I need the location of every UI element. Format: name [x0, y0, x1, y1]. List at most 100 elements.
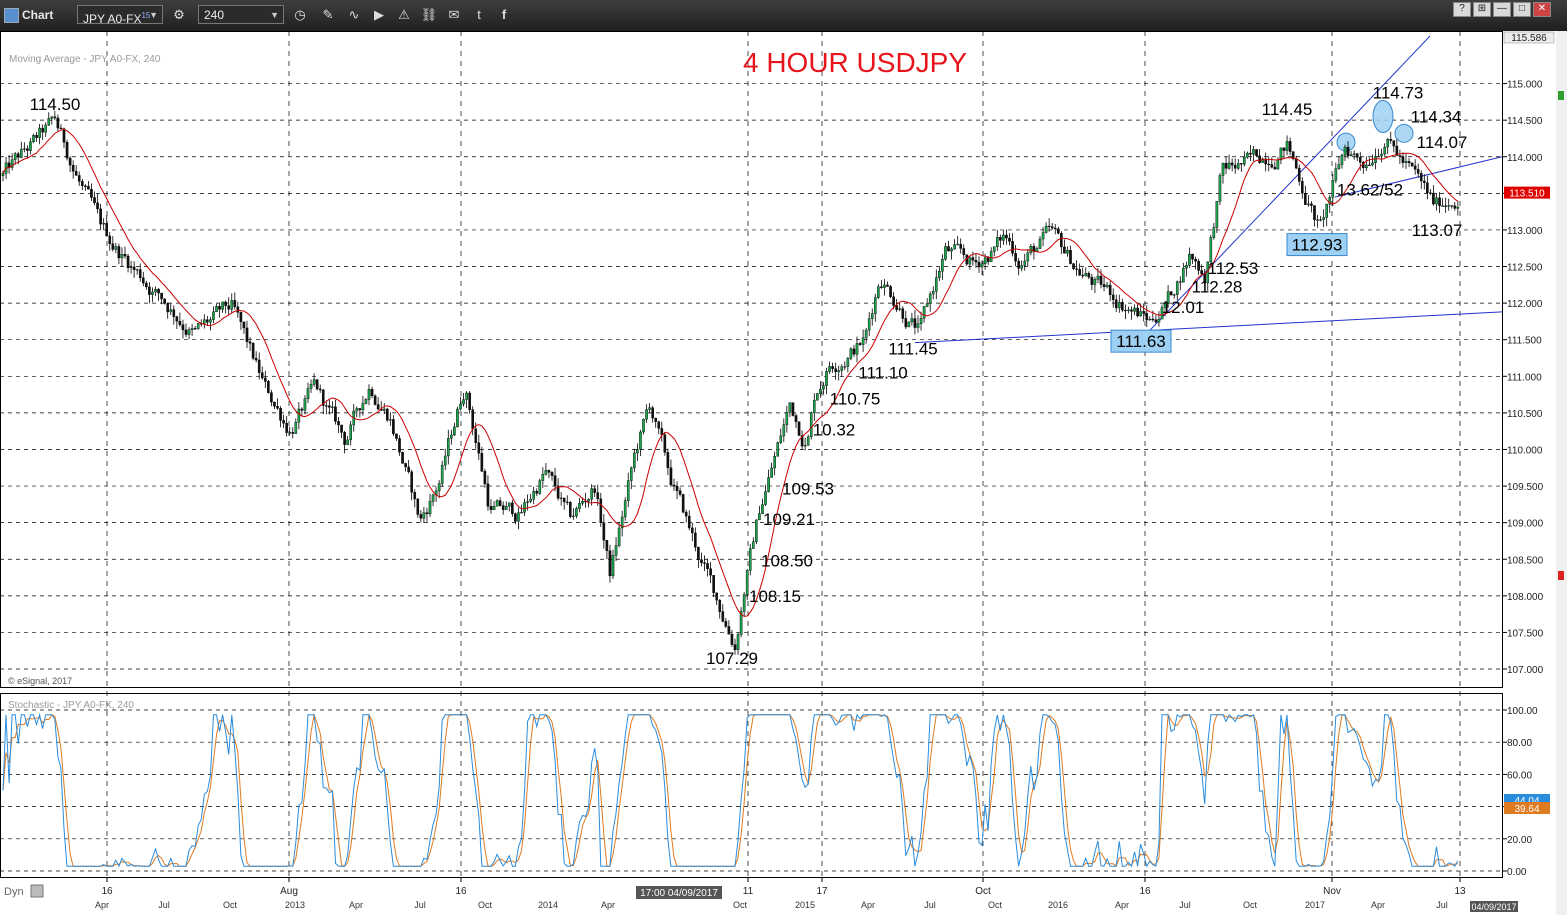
x-year-label: 2014: [538, 900, 558, 910]
highlight-ellipse: [1372, 100, 1394, 133]
candle: [889, 284, 892, 299]
price-annotation: 109.53: [782, 479, 834, 498]
chevron-down-icon: ▼: [149, 10, 158, 20]
price-annotation: 114.50: [30, 95, 81, 114]
x-year-label: Apr: [1371, 900, 1385, 910]
boxed-annotation: 111.63: [1116, 332, 1165, 351]
current-price-label: 113.510: [1509, 189, 1545, 200]
x-tick-label: 17: [816, 886, 828, 897]
candle: [816, 392, 819, 401]
gear-icon[interactable]: ⚙: [170, 6, 188, 24]
y-tick-label: 114.000: [1507, 153, 1543, 164]
cursor-time-label: 17:00 04/09/2017: [640, 888, 718, 899]
candle: [797, 421, 801, 437]
candle: [776, 441, 779, 457]
right-scrollbar[interactable]: [1556, 31, 1567, 915]
chart-canvas[interactable]: 114.50 107.29 108.15 108.50 109.21 109.53 10.3…: [0, 31, 1567, 915]
x-year-label: Jul: [1179, 900, 1191, 910]
x-year-label: 2013: [285, 900, 305, 910]
ma-indicator-label: Moving Average - JPY A0-FX, 240: [9, 54, 161, 65]
x-year-label: Apr: [349, 900, 363, 910]
candle: [791, 402, 795, 417]
end-date-label: 04/09/2017: [1471, 902, 1516, 912]
candle: [373, 394, 377, 406]
stoch-y-tick-label: 0.00: [1507, 867, 1527, 878]
minimize-button[interactable]: —: [1493, 2, 1511, 17]
y-tick-label: 107.500: [1507, 628, 1544, 639]
stoch-y-tick-label: 20.00: [1507, 835, 1532, 846]
chevron-down-icon: ▼: [270, 10, 279, 20]
window-title-bar: Chart JPY A0-FX15 ▼ ⚙ 240 ▼ ◷ ✎ ∿ ▶ ⚠ ⛓ ✉ …: [0, 0, 1567, 32]
y-tick-label: 108.000: [1507, 592, 1544, 603]
squiggle-icon[interactable]: ∿: [345, 6, 363, 24]
price-annotation: 112.53: [1208, 259, 1259, 278]
y-tick-label: 109.500: [1507, 482, 1544, 493]
y-tick-label: 109.000: [1507, 519, 1544, 530]
dyn-toggle-icon[interactable]: [30, 884, 44, 898]
price-annotation: 114.34: [1411, 108, 1462, 127]
candle: [663, 431, 667, 456]
price-annotation: 113.07: [1412, 221, 1463, 240]
candle: [642, 418, 645, 435]
dyn-label[interactable]: Dyn: [4, 886, 24, 898]
candle: [456, 406, 459, 428]
x-tick-label: 11: [743, 886, 754, 897]
close-button[interactable]: ✕: [1533, 2, 1551, 17]
y-tick-label: 108.500: [1507, 555, 1544, 566]
price-annotation: 107.29: [706, 649, 758, 668]
y-tick-label: 111.500: [1507, 336, 1542, 347]
x-year-label: Jul: [414, 900, 426, 910]
pencil-icon[interactable]: ✎: [319, 6, 337, 24]
candle: [1169, 291, 1173, 296]
app-title: Chart: [22, 8, 54, 22]
chart-title: 4 HOUR USDJPY: [743, 47, 967, 78]
x-tick-label: 16: [101, 886, 113, 897]
price-annotation: 110.75: [830, 389, 881, 408]
chat-icon[interactable]: ✉: [445, 6, 463, 24]
stoch-y-tick-label: 100.00: [1507, 706, 1538, 717]
price-annotation: 109.21: [763, 510, 815, 529]
x-year-label: Oct: [478, 900, 493, 910]
x-year-label: Oct: [223, 900, 238, 910]
candle: [196, 323, 200, 330]
facebook-icon[interactable]: f: [495, 6, 513, 24]
stochastic-indicator-label: Stochastic - JPY A0-FX, 240: [8, 700, 134, 711]
stoch-d-value: 39.64: [1514, 804, 1539, 815]
maximize-button[interactable]: □: [1513, 2, 1531, 17]
boxed-annotation: 112.93: [1292, 236, 1343, 255]
price-annotation: 111.45: [888, 339, 937, 358]
help-button[interactable]: ?: [1453, 2, 1471, 17]
twitter-icon[interactable]: t: [470, 6, 488, 24]
candle: [1255, 149, 1258, 157]
link-icon[interactable]: ⛓: [420, 6, 438, 24]
candle: [681, 493, 685, 514]
x-year-label: Oct: [733, 900, 748, 910]
candle: [315, 379, 319, 391]
pin-button[interactable]: ⊞: [1473, 2, 1491, 17]
x-tick-label: 16: [1139, 886, 1151, 897]
y-tick-label: 113.000: [1507, 226, 1543, 237]
x-year-label: Jul: [1436, 900, 1448, 910]
price-annotation: 108.15: [749, 587, 801, 606]
candle: [907, 321, 911, 328]
clock-icon[interactable]: ◷: [291, 6, 309, 24]
candle: [401, 451, 404, 464]
chart-app-icon: [4, 8, 19, 23]
stoch-y-tick-label: 60.00: [1507, 770, 1532, 781]
price-annotation: 12.01: [1162, 298, 1205, 317]
x-tick-label: Nov: [1323, 886, 1341, 897]
candle: [739, 607, 743, 638]
candle: [538, 478, 542, 496]
scroll-marker-red: [1558, 571, 1564, 580]
x-year-label: 2015: [795, 900, 815, 910]
interval-value: 240: [204, 8, 225, 22]
symbol-input[interactable]: JPY A0-FX15 ▼: [77, 5, 163, 26]
y-tick-label: 115.000: [1507, 80, 1543, 91]
alert-icon[interactable]: ⚠: [395, 6, 413, 24]
candle: [65, 139, 69, 161]
scroll-marker-green: [1558, 91, 1564, 100]
play-icon[interactable]: ▶: [370, 6, 388, 24]
interval-input[interactable]: 240 ▼: [198, 5, 284, 24]
x-year-label: Jul: [924, 900, 936, 910]
candle: [849, 347, 853, 361]
